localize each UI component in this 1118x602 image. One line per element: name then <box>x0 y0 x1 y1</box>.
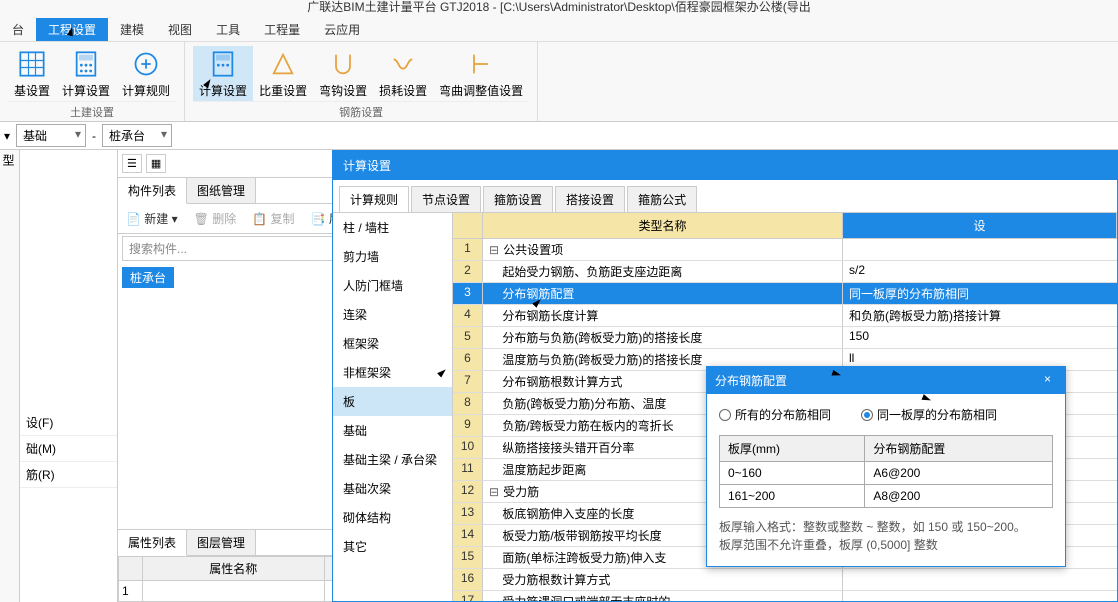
calc-tab-rules[interactable]: 计算规则 <box>339 186 409 212</box>
component-item[interactable]: 桩承台 <box>122 267 174 288</box>
loss-icon <box>387 48 419 80</box>
selector-row: ▾ 基础 - 桩承台 <box>0 122 1118 150</box>
grid-header-type: 类型名称 <box>483 213 843 238</box>
calc-tab-lap[interactable]: 搭接设置 <box>555 186 625 212</box>
hook-icon <box>327 48 359 80</box>
tab-tools[interactable]: 工具 <box>204 18 252 41</box>
rule-icon <box>130 48 162 80</box>
calc-side-item[interactable]: 基础次梁 <box>333 474 452 503</box>
ribbon-label: 基设置 <box>14 82 50 99</box>
ribbon-hook-settings[interactable]: 弯钩设置 <box>313 46 373 101</box>
tab-component-list[interactable]: 构件列表 <box>118 178 187 204</box>
ribbon-base-settings[interactable]: 基设置 <box>8 46 56 101</box>
calc-side-item[interactable]: 其它 <box>333 532 452 561</box>
tab-prop-list[interactable]: 属性列表 <box>118 530 187 556</box>
ribbon-label: 损耗设置 <box>379 82 427 99</box>
prop-header-name: 属性名称 <box>143 557 325 581</box>
distribution-rebar-popup: 分布钢筋配置 × 所有的分布筋相同 同一板厚的分布筋相同 板厚(mm)分布钢筋配… <box>706 366 1066 567</box>
calc-tab-stirrup[interactable]: 箍筋设置 <box>483 186 553 212</box>
grid-header-val: 设 <box>843 213 1117 238</box>
grid-row[interactable]: 4 分布钢筋长度计算和负筋(跨板受力筋)搭接计算 <box>453 305 1117 327</box>
ribbon-label: 计算规则 <box>122 82 170 99</box>
tab-modeling[interactable]: 建模 <box>108 18 156 41</box>
cell[interactable]: A8@200 <box>865 485 1053 508</box>
grid-row[interactable]: 3 分布钢筋配置同一板厚的分布筋相同 <box>453 283 1117 305</box>
tab-engineering-settings[interactable]: 工程设置 <box>36 18 108 41</box>
grid-row[interactable]: 16 受力筋根数计算方式 <box>453 569 1117 591</box>
calc-side-item[interactable]: 非框架梁 <box>333 358 452 387</box>
selector-arrow-icon: ▾ <box>4 129 10 143</box>
grid-row[interactable]: 5 分布筋与负筋(跨板受力筋)的搭接长度150 <box>453 327 1117 349</box>
left-collapsed-panel[interactable]: 型 <box>0 150 20 602</box>
cell[interactable]: 161~200 <box>720 485 865 508</box>
th-config: 分布钢筋配置 <box>865 436 1053 462</box>
floor-dropdown[interactable]: 基础 <box>16 124 86 147</box>
bend-icon <box>465 48 497 80</box>
thickness-table[interactable]: 板厚(mm)分布钢筋配置 0~160A6@200 161~200A8@200 <box>719 435 1053 508</box>
delete-button[interactable]: 🗑 删除 <box>190 208 241 229</box>
ribbon-label: 计算设置 <box>62 82 110 99</box>
left-nav-r[interactable]: 筋(R) <box>20 462 117 488</box>
calc-sidebar: 柱 / 墙柱剪力墙人防门框墙连梁框架梁非框架梁板基础基础主梁 / 承台梁基础次梁… <box>333 213 453 601</box>
ribbon-loss-settings[interactable]: 损耗设置 <box>373 46 433 101</box>
tab-layer-mgmt[interactable]: 图层管理 <box>187 530 256 555</box>
copy-button[interactable]: 📋 复制 <box>248 208 298 229</box>
ribbon-group-rebar: 钢筋设置 <box>193 101 529 120</box>
cell[interactable]: A6@200 <box>865 462 1053 485</box>
tab-cloud[interactable]: 云应用 <box>312 18 372 41</box>
left-nav-f[interactable]: 设(F) <box>20 410 117 436</box>
tab-view[interactable]: 视图 <box>156 18 204 41</box>
cell[interactable]: 0~160 <box>720 462 865 485</box>
weight-icon <box>267 48 299 80</box>
calc-side-item[interactable]: 柱 / 墙柱 <box>333 213 452 242</box>
popup-hint: 板厚输入格式：整数或整数 ~ 整数，如 150 或 150~200。 板厚范围不… <box>719 518 1053 554</box>
grid-row[interactable]: 1⊟公共设置项 <box>453 239 1117 261</box>
grid-icon <box>16 48 48 80</box>
prop-cell[interactable] <box>143 581 325 602</box>
grid-row[interactable]: 2 起始受力钢筋、负筋距支座边距离s/2 <box>453 261 1117 283</box>
th-thickness: 板厚(mm) <box>720 436 865 462</box>
popup-title: 分布钢筋配置 <box>715 372 787 389</box>
calc-side-item[interactable]: 基础主梁 / 承台梁 <box>333 445 452 474</box>
ribbon-calc-settings-rebar[interactable]: 计算设置 <box>193 46 253 101</box>
left-nav: 设(F) 础(M) 筋(R) <box>20 150 118 602</box>
new-button[interactable]: 📄 新建 ▾ <box>122 208 182 229</box>
tab-0[interactable]: 台 <box>0 18 36 41</box>
ribbon-label: 计算设置 <box>199 82 247 99</box>
tab-quantity[interactable]: 工程量 <box>252 18 312 41</box>
ribbon: 基设置 计算设置 计算规则 土建设置 计算设置 比重设置 <box>0 42 1118 122</box>
member-dropdown[interactable]: 桩承台 <box>102 124 172 147</box>
ribbon-calc-rules[interactable]: 计算规则 <box>116 46 176 101</box>
ribbon-bend-adjust[interactable]: 弯曲调整值设置 <box>433 46 529 101</box>
prop-row-num: 1 <box>119 581 143 602</box>
calc-side-item[interactable]: 板 <box>333 387 452 416</box>
grid-icon[interactable]: ▦ <box>146 154 166 173</box>
calc-icon <box>207 48 239 80</box>
calc-side-item[interactable]: 连梁 <box>333 300 452 329</box>
calc-tab-nodes[interactable]: 节点设置 <box>411 186 481 212</box>
ribbon-label: 弯曲调整值设置 <box>439 82 523 99</box>
calc-side-item[interactable]: 人防门框墙 <box>333 271 452 300</box>
calc-side-item[interactable]: 剪力墙 <box>333 242 452 271</box>
ribbon-group-civil: 土建设置 <box>8 101 176 120</box>
ribbon-weight-settings[interactable]: 比重设置 <box>253 46 313 101</box>
list-icon[interactable]: ☰ <box>122 154 142 173</box>
radio-by-thickness[interactable]: 同一板厚的分布筋相同 <box>861 406 997 423</box>
main-tabs: 台 工程设置 建模 视图 工具 工程量 云应用 <box>0 18 1118 42</box>
ribbon-calc-settings-civil[interactable]: 计算设置 <box>56 46 116 101</box>
close-icon[interactable]: × <box>1038 372 1057 389</box>
calc-side-item[interactable]: 框架梁 <box>333 329 452 358</box>
ribbon-label: 弯钩设置 <box>319 82 367 99</box>
ribbon-label: 比重设置 <box>259 82 307 99</box>
calc-side-item[interactable]: 砌体结构 <box>333 503 452 532</box>
calc-tab-formula[interactable]: 箍筋公式 <box>627 186 697 212</box>
grid-row[interactable]: 17 受力筋遇洞口或端部无支座时的 <box>453 591 1117 601</box>
tab-drawing-mgmt[interactable]: 图纸管理 <box>187 178 256 203</box>
left-nav-m[interactable]: 础(M) <box>20 436 117 462</box>
window-title: 广联达BIM土建计量平台 GTJ2018 - [C:\Users\Adminis… <box>0 0 1118 18</box>
calc-dialog-title: 计算设置 <box>333 151 1117 180</box>
calc-icon <box>70 48 102 80</box>
calc-side-item[interactable]: 基础 <box>333 416 452 445</box>
radio-all-same[interactable]: 所有的分布筋相同 <box>719 406 831 423</box>
